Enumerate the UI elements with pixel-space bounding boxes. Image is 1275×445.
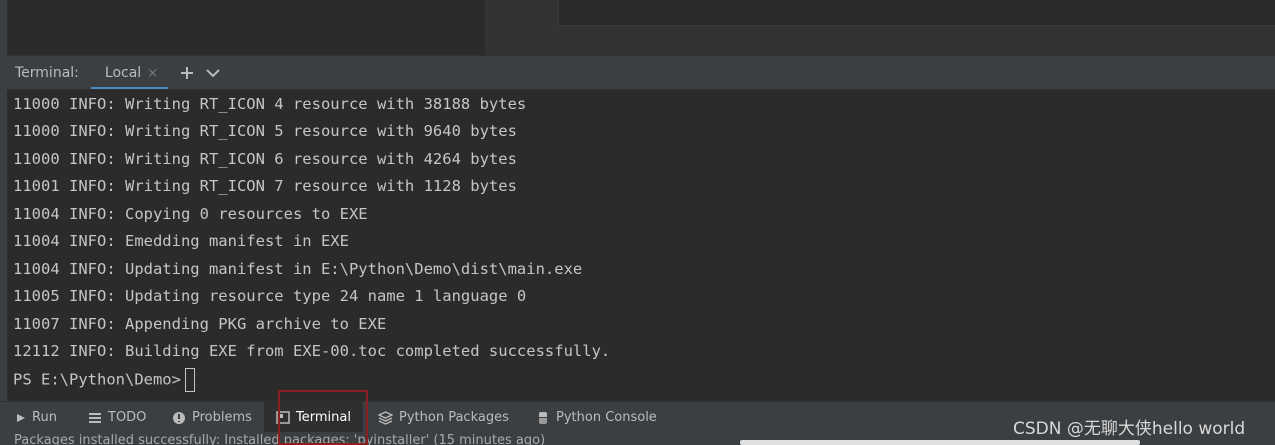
problems-icon [173,411,185,424]
tab-local[interactable]: Local × [90,56,169,90]
status-scrollbar[interactable] [740,440,1140,445]
terminal-line: 11004 INFO: Updating manifest in E:\Pyth… [13,260,583,278]
terminal-output[interactable]: 11000 INFO: Writing RT_ICON 4 resource w… [7,89,1275,402]
python-packages-icon [378,410,393,425]
watermark: CSDN @无聊大侠hello world [1013,419,1246,439]
tool-window-label: Python Packages [399,410,509,425]
terminal-line: 11004 INFO: Emedding manifest in EXE [13,232,349,250]
python-console-icon [539,411,547,424]
status-message[interactable]: Packages installed successfully: Install… [14,433,545,445]
tool-window-run[interactable]: Run [16,402,57,433]
terminal-line: 11000 INFO: Writing RT_ICON 6 resource w… [13,150,517,168]
terminal-prompt-line[interactable]: PS E:\Python\Demo> [13,368,195,392]
tool-window-problems[interactable]: Problems [172,402,252,433]
tool-window-label: Terminal [296,410,351,425]
tool-window-label: Problems [192,410,252,425]
tool-window-python-console[interactable]: Python Console [536,402,657,433]
terminal-line: 11001 INFO: Writing RT_ICON 7 resource w… [13,177,517,195]
terminal-prompt: PS E:\Python\Demo> [13,370,181,389]
terminal-line: 12112 INFO: Building EXE from EXE-00.toc… [13,342,611,360]
chevron-down-icon [206,69,220,78]
run-icon [17,413,25,422]
editor-area [7,0,1275,55]
terminal-header: Terminal: Local × [7,55,1275,90]
terminal-title: Terminal: [15,65,79,81]
tool-window-label: Run [32,410,57,425]
tool-window-python-packages[interactable]: Python Packages [378,402,509,433]
tool-window-todo[interactable]: TODO [88,402,146,433]
terminal-line: 11004 INFO: Copying 0 resources to EXE [13,205,368,223]
tool-window-terminal[interactable]: Terminal [264,402,363,433]
close-tab-icon[interactable]: × [147,66,158,81]
editor-pane-left [7,0,486,55]
terminal-line: 11005 INFO: Updating resource type 24 na… [13,287,527,305]
tool-window-label: TODO [108,410,147,425]
terminal-icon [276,411,290,424]
editor-pane-lower [486,25,1275,55]
text-cursor [184,368,195,392]
tool-window-label: Python Console [556,410,657,425]
terminal-line: 11000 INFO: Writing RT_ICON 4 resource w… [13,95,527,113]
plus-icon [181,67,194,79]
editor-pane-right [559,0,1275,26]
terminal-line: 11007 INFO: Appending PKG archive to EXE [13,315,387,333]
terminal-line: 11000 INFO: Writing RT_ICON 5 resource w… [13,122,517,140]
tab-local-label: Local [104,65,142,81]
editor-pane-mid [486,0,559,25]
new-tab-button[interactable] [180,66,194,80]
tab-dropdown-button[interactable] [206,68,220,78]
todo-icon [89,412,101,423]
